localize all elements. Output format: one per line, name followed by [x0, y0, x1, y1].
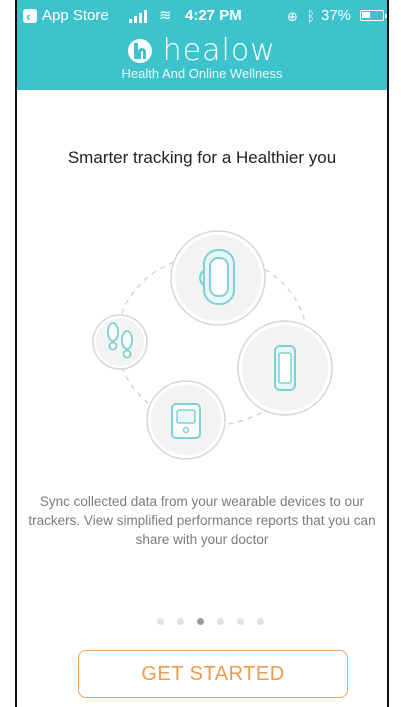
wifi-icon: ≋: [159, 7, 172, 24]
back-app-label[interactable]: App Store: [42, 6, 109, 26]
battery-icon: [360, 10, 387, 21]
onboarding-headline: Smarter tracking for a Healthier you: [67, 148, 337, 167]
page-indicator[interactable]: [157, 618, 267, 628]
page-dot-5[interactable]: [237, 618, 244, 625]
page-dot-1[interactable]: [157, 618, 164, 625]
bluetooth-icon: ᛒ: [307, 8, 316, 24]
brand-name: healow: [162, 33, 276, 68]
frame-border-right: [387, 0, 389, 707]
page-dot-6[interactable]: [257, 618, 264, 625]
brand-tagline: Health And Online Wellness: [121, 66, 283, 81]
get-started-button[interactable]: GET STARTED: [78, 650, 348, 698]
back-to-app-icon[interactable]: ‹: [23, 8, 37, 24]
orientation-lock-icon: ⊕: [287, 9, 298, 24]
status-time: 4:27 PM: [185, 7, 242, 24]
status-bar: ‹ App Store ≋ 4:27 PM ⊕ ᛒ 37%: [17, 6, 387, 26]
wristband-icon: [170, 230, 266, 326]
footsteps-icon: [92, 314, 148, 370]
page-dot-3[interactable]: [197, 618, 204, 625]
brand-logo: healow: [17, 33, 387, 68]
frame-border-left: [15, 0, 17, 707]
phone-icon: [237, 320, 333, 416]
battery-percent: 37%: [321, 7, 352, 24]
page-dot-2[interactable]: [177, 618, 184, 625]
app-header: ‹ App Store ≋ 4:27 PM ⊕ ᛒ 37% healow Hea…: [17, 0, 387, 90]
scale-icon: [146, 380, 226, 460]
healow-logo-icon: [128, 38, 153, 63]
wearables-illustration: [92, 230, 333, 460]
app-screen: ‹ App Store ≋ 4:27 PM ⊕ ᛒ 37% healow Hea…: [0, 0, 401, 707]
page-dot-4[interactable]: [217, 618, 224, 625]
signal-icon: [129, 9, 149, 23]
onboarding-description: Sync collected data from your wearable d…: [28, 494, 376, 547]
